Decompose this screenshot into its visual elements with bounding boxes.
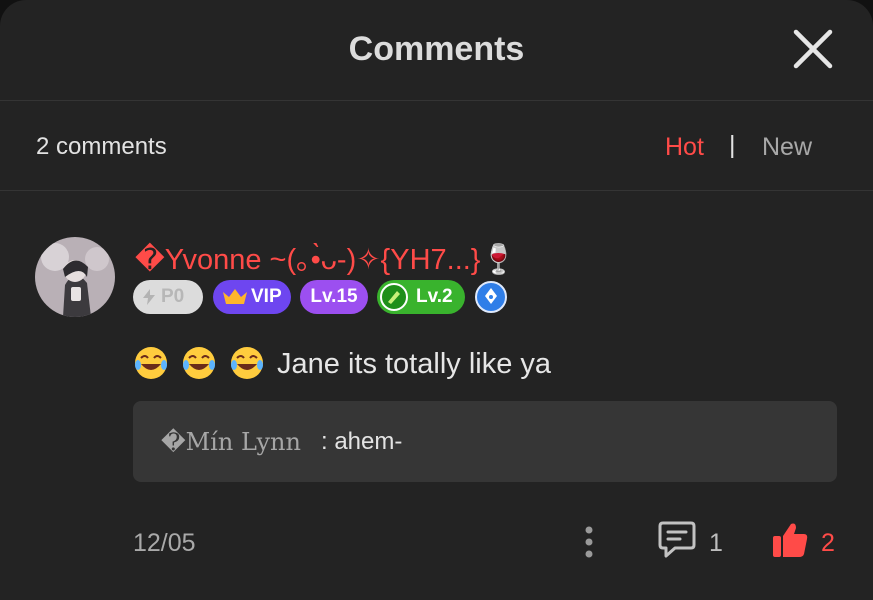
crown-icon	[223, 289, 247, 304]
pen-icon	[380, 283, 408, 311]
comment-date: 12/05	[133, 529, 196, 557]
laughing-emoji-icon	[183, 347, 215, 379]
reply-count: 1	[709, 529, 723, 557]
comment-text: Jane its totally like ya	[277, 348, 552, 380]
reply-text: : ahem-	[321, 428, 403, 455]
comment-username[interactable]: �Yvonne ~(｡•̀ᴗ-)✧{YH7...}🍷	[135, 236, 517, 278]
thumbs-up-icon[interactable]	[771, 521, 809, 559]
reply-preview[interactable]: �Mín Lynn : ahem-	[133, 401, 837, 482]
laughing-emoji-icon	[231, 347, 263, 379]
reply-icon[interactable]	[657, 519, 697, 561]
blue-pen-nib-icon	[475, 281, 507, 313]
sheet-header: Comments	[0, 0, 873, 101]
lightning-icon	[143, 289, 155, 305]
badge-level-2: Lv.2	[377, 280, 465, 314]
badge-vip-label: VIP	[251, 286, 282, 307]
badge-level-15: Lv.15	[300, 280, 368, 314]
reply-author[interactable]: �Mín Lynn	[161, 428, 301, 456]
badge-vip: VIP	[213, 280, 291, 314]
sort-hot-tab[interactable]: Hot	[665, 133, 704, 162]
close-icon[interactable]	[792, 28, 834, 70]
comment-body: Jane its totally like ya	[133, 345, 551, 381]
comments-sheet: Comments 2 comments Hot | New �Yvonne ~(…	[0, 0, 873, 600]
page-title: Comments	[348, 30, 525, 68]
sort-separator: |	[729, 131, 736, 159]
comment-count: 2 comments	[36, 133, 167, 160]
like-count: 2	[821, 529, 835, 557]
laughing-emoji-icon	[135, 347, 167, 379]
badge-p0: P0	[133, 280, 203, 314]
comments-toolbar: 2 comments Hot | New	[0, 101, 873, 191]
avatar[interactable]	[35, 237, 115, 317]
badge-p0-label: P0	[161, 286, 185, 307]
more-options-icon[interactable]	[576, 522, 602, 562]
badge-level-2-label: Lv.2	[416, 286, 453, 307]
sort-new-tab[interactable]: New	[762, 133, 812, 162]
